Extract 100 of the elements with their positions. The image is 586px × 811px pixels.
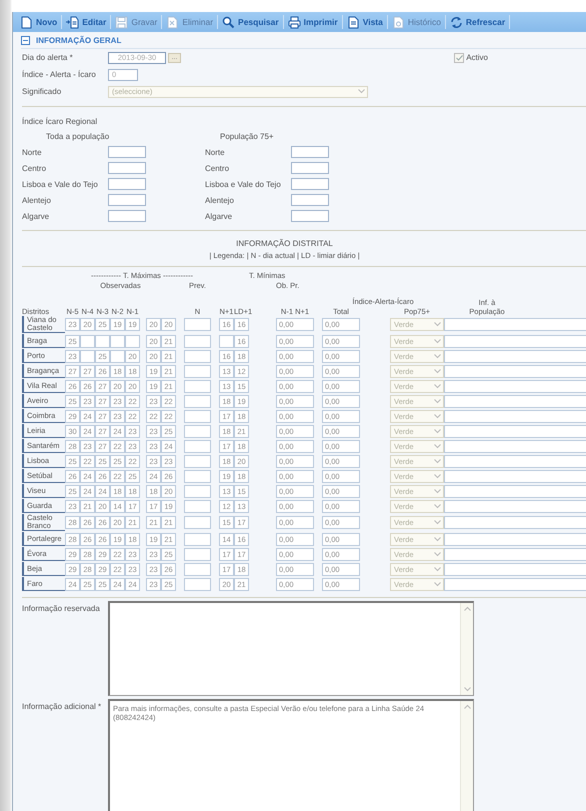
field-label: Dia do alerta * bbox=[22, 53, 74, 62]
arrow-document-icon bbox=[66, 16, 80, 28]
document-x-icon bbox=[166, 16, 180, 28]
chevron-down-icon bbox=[464, 687, 470, 692]
input-field[interactable] bbox=[184, 470, 211, 482]
input-field[interactable] bbox=[184, 484, 211, 498]
input-field[interactable] bbox=[291, 178, 329, 190]
input-field[interactable] bbox=[110, 350, 125, 362]
field-label: Lisboa e Vale do Tejo bbox=[22, 180, 99, 188]
input-field[interactable] bbox=[444, 350, 586, 362]
chevron-down-icon bbox=[434, 322, 441, 327]
input-field[interactable] bbox=[444, 578, 586, 590]
chevron-down-icon bbox=[434, 582, 441, 586]
toolbar-button[interactable]: Editar bbox=[62, 15, 112, 29]
input-field[interactable] bbox=[184, 410, 211, 422]
input-field[interactable] bbox=[80, 350, 95, 362]
input-field[interactable] bbox=[444, 318, 586, 331]
input-field[interactable] bbox=[184, 424, 211, 438]
group-title: População 75+ bbox=[219, 132, 275, 143]
input-field[interactable] bbox=[184, 562, 211, 576]
chevron-down-icon bbox=[434, 566, 441, 572]
field-label: Algarve bbox=[205, 212, 234, 220]
input-field[interactable] bbox=[95, 334, 110, 348]
input-field[interactable] bbox=[184, 334, 211, 348]
input-field[interactable] bbox=[291, 162, 329, 174]
input-field[interactable] bbox=[291, 210, 329, 222]
chevron-down-icon bbox=[434, 338, 441, 344]
input-field[interactable] bbox=[108, 162, 146, 174]
input-field[interactable] bbox=[184, 350, 211, 362]
input-field[interactable] bbox=[291, 146, 329, 158]
toolbar-button[interactable]: Refrescar bbox=[446, 15, 510, 29]
input-field[interactable] bbox=[108, 178, 146, 190]
text-area[interactable] bbox=[108, 601, 474, 696]
search-icon bbox=[222, 16, 236, 28]
chevron-down-icon bbox=[358, 89, 365, 94]
field-label: Lisboa e Vale do Tejo bbox=[205, 180, 282, 188]
input-field[interactable] bbox=[444, 334, 586, 348]
field-label: Centro bbox=[205, 164, 230, 172]
input-field[interactable] bbox=[444, 484, 586, 498]
scrollbar[interactable] bbox=[460, 603, 473, 695]
input-field[interactable] bbox=[184, 394, 211, 408]
input-field[interactable] bbox=[125, 334, 140, 348]
toolbar-button[interactable]: Pesquisar bbox=[218, 15, 284, 29]
input-field[interactable] bbox=[184, 364, 211, 378]
input-field[interactable] bbox=[444, 562, 586, 576]
input-field[interactable] bbox=[444, 470, 586, 482]
chevron-down-icon bbox=[434, 474, 441, 478]
field-label: Informação reservada bbox=[22, 603, 101, 615]
input-field[interactable] bbox=[444, 410, 586, 422]
chevron-down-icon bbox=[434, 384, 441, 388]
input-field[interactable] bbox=[291, 194, 329, 206]
input-field[interactable] bbox=[444, 440, 586, 452]
document-icon bbox=[346, 16, 360, 28]
chevron-down-icon bbox=[434, 444, 441, 448]
input-field[interactable] bbox=[184, 548, 211, 560]
chevron-down-icon bbox=[434, 504, 441, 508]
field-label: Algarve bbox=[22, 212, 50, 220]
scrollbar[interactable] bbox=[460, 701, 473, 811]
input-field[interactable] bbox=[184, 318, 211, 331]
document-icon bbox=[20, 16, 33, 28]
checkbox-label: Activo bbox=[466, 53, 488, 62]
input-field[interactable] bbox=[184, 532, 211, 546]
chevron-down-icon bbox=[434, 354, 441, 358]
input-field[interactable] bbox=[184, 454, 211, 468]
group-title: Toda a população bbox=[45, 132, 110, 143]
input-field[interactable] bbox=[110, 334, 125, 348]
input-field[interactable] bbox=[108, 210, 146, 222]
chevron-down-icon bbox=[434, 552, 441, 556]
input-field[interactable] bbox=[184, 516, 211, 529]
input-field[interactable] bbox=[184, 380, 211, 392]
input-field[interactable] bbox=[444, 500, 586, 512]
input-field[interactable] bbox=[444, 394, 586, 408]
field-label: Centro bbox=[22, 164, 48, 172]
input-field[interactable] bbox=[444, 454, 586, 468]
input-field[interactable] bbox=[444, 364, 586, 378]
checkbox[interactable] bbox=[454, 52, 464, 62]
field-label: Informação adicional * bbox=[22, 701, 102, 713]
printer-icon bbox=[288, 16, 301, 28]
toolbar-button[interactable]: Imprimir bbox=[284, 15, 343, 29]
input-field[interactable] bbox=[108, 146, 146, 158]
toolbar-button[interactable]: Novo bbox=[16, 15, 62, 29]
input-field[interactable] bbox=[444, 548, 586, 560]
field-label: Alentejo bbox=[22, 196, 52, 204]
chevron-down-icon bbox=[434, 536, 441, 542]
input-field[interactable] bbox=[444, 516, 586, 529]
input-field[interactable] bbox=[444, 424, 586, 438]
input-field[interactable] bbox=[108, 194, 146, 206]
input-field[interactable] bbox=[184, 500, 211, 512]
input-field[interactable] bbox=[444, 532, 586, 546]
input-field[interactable] bbox=[444, 380, 586, 392]
section-label: Índice Ícaro Regional bbox=[21, 116, 98, 128]
section-title: INFORMAÇÃO GERAL bbox=[36, 36, 122, 45]
chevron-down-icon bbox=[434, 458, 441, 464]
input-field[interactable] bbox=[80, 334, 95, 348]
input-field[interactable] bbox=[184, 440, 211, 452]
check-icon bbox=[456, 54, 463, 60]
input-field[interactable] bbox=[184, 578, 211, 590]
input-field[interactable] bbox=[219, 334, 234, 348]
collapse-icon[interactable] bbox=[21, 36, 30, 45]
toolbar-button[interactable]: Vista bbox=[342, 15, 388, 29]
